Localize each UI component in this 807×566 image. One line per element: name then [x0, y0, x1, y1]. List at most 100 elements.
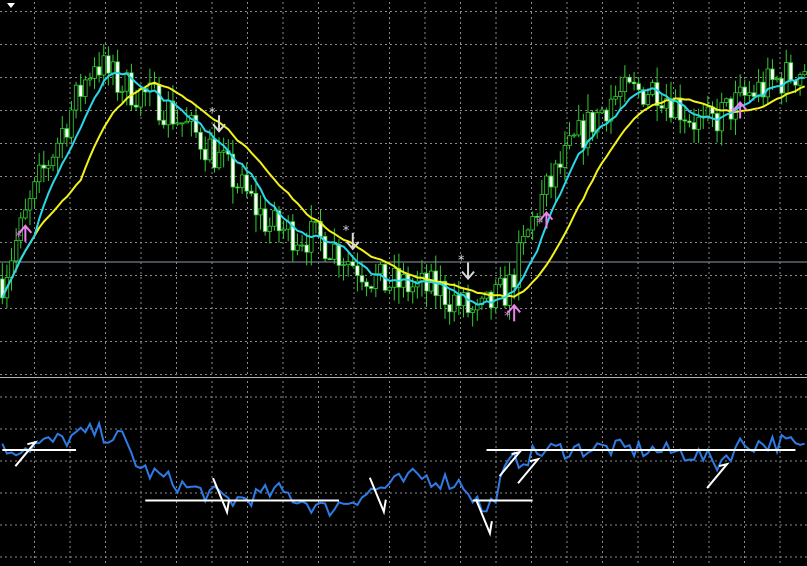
svg-text:*: *: [343, 224, 350, 239]
svg-text:*: *: [209, 106, 216, 121]
candle-body: [687, 120, 692, 123]
candle-body: [539, 194, 545, 218]
oscillator-up-marker-icon: [498, 450, 523, 477]
candle-body: [78, 84, 83, 97]
candle-body: [525, 229, 531, 237]
candle-body: [235, 186, 240, 189]
candle-body: [341, 264, 346, 267]
candle-body: [456, 294, 462, 307]
candle-body: [631, 81, 637, 85]
candle-body: [447, 304, 452, 313]
candle-body: [756, 81, 761, 97]
candle-body: [73, 84, 79, 111]
candle-body: [60, 128, 65, 144]
candle-body: [498, 277, 503, 286]
candle-body: [705, 106, 711, 117]
candle-body: [161, 119, 166, 126]
candle-body: [332, 243, 337, 260]
candle-body: [691, 122, 697, 130]
candle-body: [244, 174, 249, 192]
svg-text:*: *: [730, 107, 737, 122]
candle-body: [774, 78, 780, 80]
candle-body: [350, 261, 355, 267]
candle-body: [69, 109, 74, 138]
candle-body: [747, 92, 752, 96]
candle-body: [599, 109, 604, 114]
sell-arrow-icon: *: [458, 254, 475, 281]
candle-body: [221, 150, 226, 153]
candle-body: [258, 208, 263, 216]
candle-body: [590, 111, 595, 133]
candle-body: [120, 90, 125, 93]
candle-body: [249, 190, 254, 194]
svg-text:*: *: [504, 309, 511, 324]
candle-body: [802, 71, 807, 76]
candle-body: [507, 274, 512, 306]
candle-body: [212, 138, 217, 169]
candle-body: [410, 286, 415, 293]
price-chart: * * * * * * *: [0, 2, 807, 566]
candle-body: [369, 286, 374, 289]
candle-body: [581, 120, 586, 149]
candle-body: [92, 66, 97, 79]
candle-body: [175, 122, 180, 125]
candle-body: [553, 163, 558, 188]
candle-body: [87, 78, 93, 81]
candle-body: [96, 66, 102, 76]
oscillator-up-marker-icon: [706, 462, 730, 489]
candle-body: [659, 105, 664, 109]
candle-body: [654, 82, 660, 106]
candle-body: [751, 92, 757, 97]
candle-body: [327, 258, 332, 261]
candle-body: [239, 174, 245, 188]
candle-body: [299, 244, 305, 247]
candle-body: [392, 268, 397, 288]
candle-body: [770, 68, 775, 80]
candle-body: [544, 175, 549, 195]
candle-body: [345, 261, 351, 266]
candle-body: [207, 138, 213, 161]
candle-body: [64, 128, 70, 138]
candle-body: [765, 68, 771, 98]
main-grid: [0, 2, 807, 377]
candle-body: [166, 100, 171, 126]
candle-body: [797, 74, 803, 86]
candle-body: [27, 198, 33, 211]
candle-body: [622, 76, 628, 93]
candle-body: [355, 265, 360, 276]
candle-body: [106, 55, 111, 74]
candle-body: [521, 235, 526, 244]
candle-body: [405, 274, 411, 293]
svg-text:*: *: [536, 217, 543, 232]
oscillator-grid: [0, 381, 807, 566]
candle-body: [470, 309, 475, 313]
candle-body: [101, 55, 106, 76]
candle-body: [682, 119, 687, 122]
svg-text:*: *: [458, 254, 465, 269]
candle-body: [295, 244, 300, 251]
candle-body: [604, 109, 609, 122]
candle-body: [46, 165, 51, 169]
candle-body: [627, 76, 632, 83]
candle-body: [203, 148, 208, 161]
candle-body: [401, 274, 406, 288]
candle-body: [83, 79, 88, 97]
candle-body: [272, 210, 277, 227]
candle-body: [737, 86, 743, 94]
candle-body: [198, 131, 203, 150]
candle-body: [262, 208, 268, 232]
svg-text:*: *: [15, 230, 22, 245]
candle-body: [41, 164, 47, 169]
candle-body: [571, 134, 577, 137]
sell-arrow-icon: *: [343, 224, 360, 251]
candle-body: [364, 281, 369, 287]
candle-body: [677, 97, 683, 121]
candle-body: [32, 181, 37, 200]
candle-body: [267, 225, 272, 232]
candle-body: [645, 94, 651, 105]
oscillator-line: [1, 419, 805, 518]
candle-body: [50, 156, 56, 166]
candle-body: [788, 62, 794, 81]
candle-body: [668, 98, 674, 119]
candle-body: [138, 88, 143, 108]
